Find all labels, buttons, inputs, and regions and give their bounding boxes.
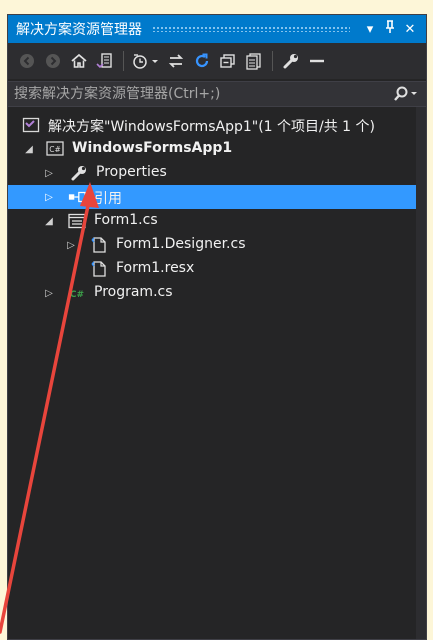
pending-changes-icon: [133, 54, 158, 69]
collapse-all-button[interactable]: [217, 50, 239, 72]
close-button[interactable]: ✕: [400, 22, 420, 37]
search-input[interactable]: [8, 85, 386, 103]
search-icon: [394, 86, 417, 101]
tree-item-solution[interactable]: 解决方案"WindowsFormsApp1"(1 个项目/共 1 个): [8, 113, 426, 137]
tree-item-label: Form1.cs: [94, 212, 158, 228]
csharp-file-icon: C#: [68, 284, 86, 302]
tree-item-label: Properties: [96, 164, 167, 180]
back-button[interactable]: [16, 50, 38, 72]
tree-item-label: Program.cs: [94, 284, 173, 300]
solution-icon: [22, 116, 40, 134]
collapsed-triangle-icon[interactable]: ▷: [42, 161, 56, 185]
tree-item-properties[interactable]: ▷ Properties: [8, 161, 426, 185]
auto-hide-pin-button[interactable]: [380, 20, 400, 38]
switch-views-button[interactable]: [94, 50, 116, 72]
vertical-scrollbar[interactable]: [416, 107, 426, 639]
references-icon: [68, 188, 86, 206]
forward-icon: [46, 54, 60, 68]
toolbar-separator: [272, 51, 273, 71]
svg-text:C#: C#: [70, 290, 84, 300]
preview-selected-items-button[interactable]: [306, 50, 328, 72]
tree-item-label: WindowsFormsApp1: [72, 140, 233, 156]
search-box[interactable]: [8, 81, 426, 107]
form-icon: [68, 212, 86, 230]
forward-button[interactable]: [42, 50, 64, 72]
collapsed-triangle-icon[interactable]: ▷: [42, 185, 56, 209]
sync-with-active-document-button[interactable]: [165, 50, 187, 72]
expanded-triangle-icon[interactable]: ◢: [42, 209, 56, 233]
window-position-dropdown-button[interactable]: ▾: [360, 22, 380, 37]
pin-icon: [386, 20, 394, 33]
back-icon: [20, 54, 34, 68]
preview-icon: [310, 59, 324, 63]
tree-item-project[interactable]: ◢ C# WindowsFormsApp1: [8, 137, 426, 161]
search-button[interactable]: [386, 86, 426, 102]
solution-tree: 解决方案"WindowsFormsApp1"(1 个项目/共 1 个) ◢ C#…: [8, 113, 426, 305]
tree-item-references[interactable]: ▷ 引用: [8, 185, 426, 209]
panel-titlebar[interactable]: 解决方案资源管理器 ▾ ✕: [8, 15, 426, 43]
panel-toolbar: [8, 43, 426, 79]
tree-item-label: 引用: [94, 191, 122, 207]
drag-grip[interactable]: [152, 26, 350, 32]
solution-explorer-panel: 解决方案资源管理器 ▾ ✕ 搜索解决方案资源管理器(Ctrl+;) 解决方案"W…: [7, 14, 427, 640]
csharp-file-icon: [90, 236, 108, 254]
tree-item-form1-resx[interactable]: Form1.resx: [8, 257, 426, 281]
properties-icon: [283, 54, 298, 69]
sync-icon: [168, 54, 184, 68]
home-icon: [71, 53, 87, 68]
collapsed-triangle-icon[interactable]: ▷: [64, 233, 78, 257]
pending-changes-filter-button[interactable]: [131, 50, 161, 72]
expanded-triangle-icon[interactable]: ◢: [22, 137, 36, 161]
collapsed-triangle-icon[interactable]: ▷: [42, 281, 56, 305]
collapse-all-icon: [220, 54, 235, 68]
panel-title: 解决方案资源管理器: [16, 22, 142, 38]
home-button[interactable]: [68, 50, 90, 72]
tree-item-form1-designer[interactable]: ▷ Form1.Designer.cs: [8, 233, 426, 257]
tree-item-label: 解决方案"WindowsFormsApp1"(1 个项目/共 1 个): [48, 119, 375, 135]
resource-file-icon: [90, 260, 108, 278]
switch-views-icon: [96, 53, 112, 69]
tree-item-label: Form1.resx: [116, 260, 195, 276]
properties-button[interactable]: [280, 50, 302, 72]
tree-item-program[interactable]: ▷ C# Program.cs: [8, 281, 426, 305]
svg-text:C#: C#: [49, 145, 61, 154]
tree-item-form1[interactable]: ◢ Form1.cs: [8, 209, 426, 233]
toolbar-separator: [123, 51, 124, 71]
tree-item-label: Form1.Designer.cs: [116, 236, 246, 252]
refresh-button[interactable]: [191, 50, 213, 72]
show-all-files-icon: [246, 53, 261, 70]
refresh-icon: [195, 53, 209, 68]
csharp-project-icon: C#: [46, 140, 64, 158]
wrench-icon: [70, 164, 88, 182]
show-all-files-button[interactable]: [243, 50, 265, 72]
